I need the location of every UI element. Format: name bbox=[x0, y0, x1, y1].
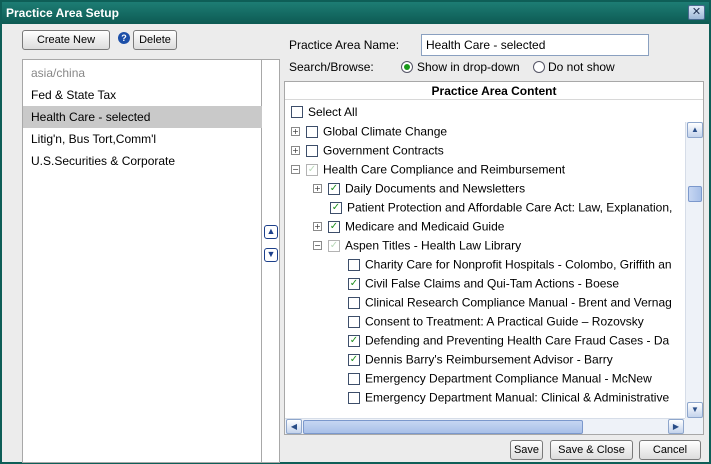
vertical-scroll-thumb[interactable] bbox=[688, 186, 702, 202]
item-checkbox-partial[interactable]: ✓ bbox=[306, 163, 318, 176]
window-title: Practice Area Setup bbox=[6, 6, 119, 20]
item-checkbox[interactable] bbox=[348, 372, 360, 385]
expand-icon[interactable]: + bbox=[291, 127, 300, 137]
item-checkbox[interactable] bbox=[348, 296, 360, 309]
practice-area-setup-dialog: Practice Area Setup ✕ Create New ? Delet… bbox=[0, 0, 711, 464]
tree-item[interactable]: Emergency Department Manual: Clinical & … bbox=[348, 388, 669, 407]
tree-item[interactable]: ✓ Dennis Barry's Reimbursement Advisor - … bbox=[348, 350, 613, 369]
tree-item-label: Medicare and Medicaid Guide bbox=[345, 219, 505, 234]
tree-item[interactable]: Consent to Treatment: A Practical Guide … bbox=[348, 312, 644, 331]
tree-item[interactable]: ✓ Patient Protection and Affordable Care … bbox=[330, 198, 672, 217]
practice-area-name-input[interactable]: Health Care - selected bbox=[421, 34, 649, 56]
horizontal-scroll-thumb[interactable] bbox=[303, 420, 583, 434]
tree-item-label: Defending and Preventing Health Care Fra… bbox=[365, 333, 670, 348]
item-checkbox[interactable] bbox=[348, 315, 360, 328]
tree-item[interactable]: + ✓ Medicare and Medicaid Guide bbox=[313, 217, 504, 236]
tree-item-label: Daily Documents and Newsletters bbox=[345, 181, 526, 196]
practice-area-item[interactable]: asia/china bbox=[23, 62, 262, 84]
item-checkbox[interactable] bbox=[348, 258, 360, 271]
close-icon[interactable]: ✕ bbox=[688, 5, 705, 20]
practice-area-item[interactable]: Litig'n, Bus Tort,Comm'l bbox=[23, 128, 262, 150]
radio-do-not-show[interactable] bbox=[533, 61, 545, 73]
tree-item[interactable]: + ✓ Daily Documents and Newsletters bbox=[313, 179, 525, 198]
tree-item-label: Emergency Department Compliance Manual -… bbox=[365, 371, 652, 386]
cancel-button[interactable]: Cancel bbox=[639, 440, 701, 460]
create-new-button[interactable]: Create New bbox=[22, 30, 110, 50]
tree-item[interactable]: Charity Care for Nonprofit Hospitals - C… bbox=[348, 255, 672, 274]
tree-item-label: Civil False Claims and Qui-Tam Actions -… bbox=[365, 276, 620, 291]
arrow-down-icon[interactable]: ▼ bbox=[264, 248, 278, 262]
scroll-left-icon[interactable]: ◀ bbox=[286, 419, 302, 434]
item-checkbox[interactable] bbox=[306, 144, 318, 157]
tree-item-label: Aspen Titles - Health Law Library bbox=[345, 238, 522, 253]
practice-area-name-label: Practice Area Name: bbox=[289, 38, 400, 52]
expand-icon[interactable]: + bbox=[313, 184, 322, 194]
practice-area-content-panel: Practice Area Content Select All + Global… bbox=[284, 81, 704, 435]
tree-item-label: Charity Care for Nonprofit Hospitals - C… bbox=[365, 257, 672, 272]
tree-item[interactable]: ✓ Defending and Preventing Health Care Fr… bbox=[348, 331, 669, 350]
radio-show-in-dropdown[interactable] bbox=[401, 61, 413, 73]
tree-item-label: Global Climate Change bbox=[323, 124, 448, 139]
select-all-checkbox[interactable] bbox=[291, 105, 303, 118]
tree-item-label: Dennis Barry's Reimbursement Advisor - B… bbox=[365, 352, 613, 367]
save-button[interactable]: Save bbox=[510, 440, 543, 460]
scroll-up-icon[interactable]: ▲ bbox=[687, 122, 703, 138]
item-checkbox[interactable] bbox=[306, 125, 318, 138]
practice-area-item-selected[interactable]: Health Care - selected bbox=[23, 106, 262, 128]
search-browse-label: Search/Browse: bbox=[289, 60, 374, 74]
tree-item[interactable]: + Global Climate Change bbox=[291, 122, 447, 141]
select-all-row[interactable]: Select All bbox=[291, 102, 357, 120]
collapse-icon[interactable]: − bbox=[291, 165, 300, 175]
radio-show-label: Show in drop-down bbox=[417, 60, 520, 74]
item-checkbox-checked[interactable]: ✓ bbox=[348, 353, 360, 366]
practice-area-item[interactable]: Fed & State Tax bbox=[23, 84, 262, 106]
tree-item[interactable]: − ✓ Health Care Compliance and Reimburseme… bbox=[291, 160, 565, 179]
expand-icon[interactable]: + bbox=[291, 146, 300, 156]
save-and-close-button[interactable]: Save & Close bbox=[550, 440, 633, 460]
item-checkbox-checked[interactable]: ✓ bbox=[330, 201, 342, 214]
vertical-scrollbar[interactable]: ▲ ▼ bbox=[685, 122, 703, 418]
item-checkbox-partial[interactable]: ✓ bbox=[328, 239, 340, 252]
tree-item-label: Consent to Treatment: A Practical Guide … bbox=[365, 314, 644, 329]
delete-button[interactable]: Delete bbox=[133, 30, 177, 50]
item-checkbox[interactable] bbox=[348, 391, 360, 404]
tree-item[interactable]: ✓ Civil False Claims and Qui-Tam Actions … bbox=[348, 274, 619, 293]
tree-item-label: Emergency Department Manual: Clinical & … bbox=[365, 390, 670, 405]
item-checkbox-checked[interactable]: ✓ bbox=[348, 277, 360, 290]
scroll-down-icon[interactable]: ▼ bbox=[687, 402, 703, 418]
tree-item-label: Clinical Research Compliance Manual - Br… bbox=[365, 295, 672, 310]
help-icon[interactable]: ? bbox=[118, 32, 130, 44]
scroll-corner bbox=[685, 418, 703, 434]
tree-item[interactable]: Emergency Department Compliance Manual -… bbox=[348, 369, 652, 388]
horizontal-scrollbar[interactable]: ◀ ▶ bbox=[285, 418, 685, 434]
tree-item[interactable]: Clinical Research Compliance Manual - Br… bbox=[348, 293, 672, 312]
tree-item-label: Government Contracts bbox=[323, 143, 444, 158]
item-checkbox-checked[interactable]: ✓ bbox=[328, 182, 340, 195]
radio-hide-label: Do not show bbox=[548, 60, 615, 74]
tree-item[interactable]: + Government Contracts bbox=[291, 141, 444, 160]
practice-area-item[interactable]: U.S.Securities & Corporate bbox=[23, 150, 262, 172]
arrow-up-icon[interactable]: ▲ bbox=[264, 225, 278, 239]
expand-icon[interactable]: + bbox=[313, 222, 322, 232]
tree-item-label: Health Care Compliance and Reimbursement bbox=[323, 162, 566, 177]
item-checkbox-checked[interactable]: ✓ bbox=[328, 220, 340, 233]
scroll-right-icon[interactable]: ▶ bbox=[668, 419, 684, 434]
titlebar: Practice Area Setup ✕ bbox=[2, 2, 709, 24]
content-tree: + Global Climate Change + Government Contr… bbox=[285, 122, 685, 420]
select-all-label: Select All bbox=[308, 104, 358, 119]
tree-item[interactable]: − ✓ Aspen Titles - Health Law Library bbox=[313, 236, 521, 255]
practice-area-list: asia/china Fed & State Tax Health Care -… bbox=[22, 59, 262, 463]
item-checkbox-checked[interactable]: ✓ bbox=[348, 334, 360, 347]
tree-item-label: Patient Protection and Affordable Care A… bbox=[347, 200, 673, 215]
content-header: Practice Area Content bbox=[285, 82, 703, 100]
collapse-icon[interactable]: − bbox=[313, 241, 322, 251]
